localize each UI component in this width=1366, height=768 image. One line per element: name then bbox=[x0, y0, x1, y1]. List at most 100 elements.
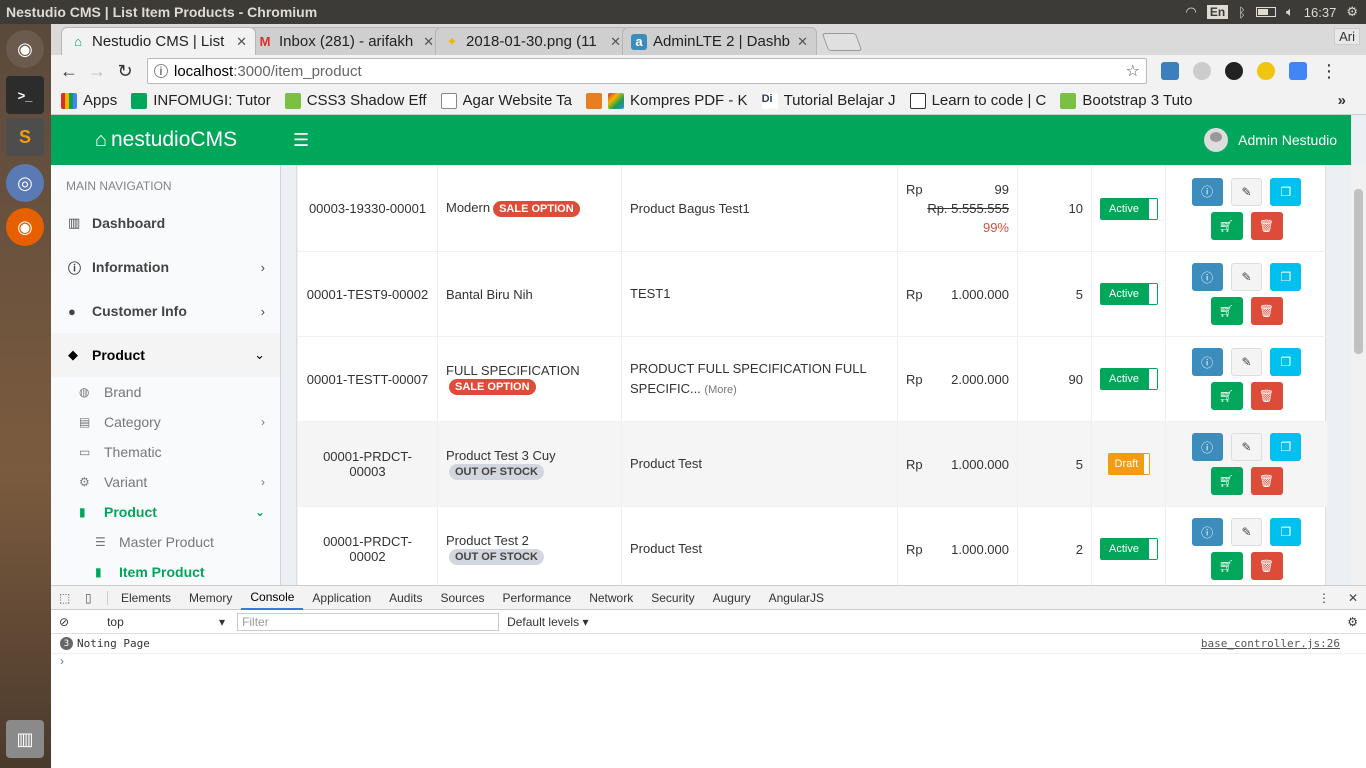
cart-button[interactable]: 🛒︎ bbox=[1210, 211, 1243, 240]
bookmark-item[interactable]: Bootstrap 3 Tuto bbox=[1060, 92, 1192, 109]
devtools-tab-console[interactable]: Console bbox=[241, 586, 304, 610]
more-link[interactable]: (More) bbox=[704, 384, 736, 396]
new-tab-button[interactable] bbox=[821, 33, 863, 51]
scrollbar-thumb[interactable] bbox=[1354, 189, 1363, 354]
sidebar-sub-product[interactable]: ▮ Product ⌄ bbox=[51, 497, 280, 527]
message-source-link[interactable]: base_controller.js:26 bbox=[1201, 637, 1340, 650]
extension-icon[interactable] bbox=[1161, 62, 1179, 80]
chromium-icon[interactable]: ◎ bbox=[6, 164, 44, 202]
edit-button[interactable]: ✎ bbox=[1230, 518, 1263, 546]
browser-tab[interactable]: ⌂ Nestudio CMS | List ✕ bbox=[61, 27, 256, 55]
profile-button[interactable]: Ari bbox=[1334, 28, 1360, 45]
sidebar-item-customer-info[interactable]: ● Customer Info › bbox=[51, 289, 280, 333]
sidebar-toggle-icon[interactable]: ☰ bbox=[293, 130, 309, 151]
bookmark-star-icon[interactable]: ☆ bbox=[1126, 61, 1140, 81]
back-icon[interactable]: ← bbox=[55, 61, 83, 82]
delete-button[interactable]: 🗑︎ bbox=[1250, 467, 1283, 495]
battery-icon[interactable] bbox=[1255, 7, 1276, 17]
ubuntu-dash-icon[interactable]: ◉ bbox=[6, 30, 44, 68]
sidebar-sub-variant[interactable]: ⚙ Variant › bbox=[51, 467, 280, 497]
cart-button[interactable]: 🛒︎ bbox=[1210, 382, 1243, 410]
clear-console-icon[interactable]: ⊘ bbox=[59, 615, 69, 629]
menu-icon[interactable]: ⋮ bbox=[1315, 61, 1343, 82]
sidebar-item-dashboard[interactable]: ▥ Dashboard bbox=[51, 201, 280, 245]
wifi-icon[interactable]: ◠ bbox=[1185, 4, 1196, 20]
info-button[interactable]: ⓘ bbox=[1191, 348, 1223, 376]
context-select[interactable]: top ▾ bbox=[107, 615, 225, 629]
close-icon[interactable]: ✕ bbox=[236, 34, 247, 50]
duplicate-button[interactable]: ❐ bbox=[1270, 177, 1302, 206]
edit-button[interactable]: ✎ bbox=[1230, 348, 1263, 376]
reload-icon[interactable]: ↻ bbox=[111, 61, 139, 82]
page-scrollbar[interactable] bbox=[1351, 165, 1366, 585]
close-icon[interactable]: ✕ bbox=[1348, 591, 1358, 605]
info-button[interactable]: ⓘ bbox=[1191, 433, 1223, 461]
terminal-icon[interactable]: >_ bbox=[6, 76, 44, 114]
close-icon[interactable]: ✕ bbox=[797, 34, 808, 50]
sublime-text-icon[interactable]: S bbox=[6, 118, 44, 156]
sidebar-sub-category[interactable]: ▤ Category › bbox=[51, 407, 280, 437]
inspect-element-icon[interactable]: ⬚ bbox=[59, 591, 77, 605]
delete-button[interactable]: 🗑︎ bbox=[1250, 297, 1283, 325]
console-prompt[interactable]: › bbox=[51, 654, 1366, 668]
keyboard-language[interactable]: En bbox=[1206, 5, 1229, 19]
status-toggle[interactable]: Active bbox=[1100, 538, 1158, 560]
settings-icon[interactable]: ⚙ bbox=[1346, 4, 1358, 20]
address-bar[interactable]: i localhost:3000/item_product ☆ bbox=[147, 58, 1147, 84]
devtools-tab-security[interactable]: Security bbox=[642, 586, 703, 610]
devtools-tab-augury[interactable]: Augury bbox=[704, 586, 760, 610]
edit-button[interactable]: ✎ bbox=[1230, 177, 1263, 206]
cart-button[interactable]: 🛒︎ bbox=[1210, 467, 1243, 495]
devtools-tab-sources[interactable]: Sources bbox=[431, 586, 493, 610]
bookmark-item[interactable]: Learn to code | C bbox=[909, 92, 1046, 109]
clock[interactable]: 16:37 bbox=[1304, 5, 1337, 20]
filter-input[interactable]: Filter bbox=[237, 612, 500, 631]
bookmark-item[interactable]: CSS3 Shadow Eff bbox=[284, 92, 427, 109]
devtools-tab-audits[interactable]: Audits bbox=[380, 586, 431, 610]
info-icon[interactable]: i bbox=[154, 64, 168, 78]
color-picker-extension-icon[interactable] bbox=[1225, 62, 1243, 80]
browser-tab[interactable]: ✦ 2018-01-30.png (11 ✕ bbox=[435, 27, 630, 55]
sidebar-subsub-item-product[interactable]: ▮ Item Product bbox=[51, 557, 280, 585]
close-icon[interactable]: ✕ bbox=[423, 34, 434, 50]
trash-icon[interactable]: ▥ bbox=[6, 720, 44, 758]
angular-extension-icon[interactable] bbox=[1193, 62, 1211, 80]
delete-button[interactable]: 🗑︎ bbox=[1250, 211, 1283, 240]
volume-icon[interactable]: 🔈︎ bbox=[1286, 4, 1294, 20]
browser-tab[interactable]: a AdminLTE 2 | Dashb ✕ bbox=[622, 27, 817, 55]
log-levels-select[interactable]: Default levels ▾ bbox=[507, 615, 588, 629]
duplicate-button[interactable]: ❐ bbox=[1270, 263, 1302, 291]
duplicate-button[interactable]: ❐ bbox=[1270, 433, 1302, 461]
devtools-tab-memory[interactable]: Memory bbox=[180, 586, 241, 610]
more-options-icon[interactable]: ⋮ bbox=[1318, 591, 1330, 605]
sidebar-subsub-master-product[interactable]: ☰ Master Product bbox=[51, 527, 280, 557]
devtools-tab-application[interactable]: Application bbox=[303, 586, 380, 610]
gear-icon[interactable]: ⚙ bbox=[1347, 615, 1358, 629]
status-toggle[interactable]: Draft bbox=[1107, 453, 1150, 475]
status-toggle[interactable]: Active bbox=[1100, 283, 1158, 305]
bookmark-item[interactable]: Di Tutorial Belajar J bbox=[761, 92, 896, 109]
devtools-tab-angularjs[interactable]: AngularJS bbox=[760, 586, 833, 610]
device-toolbar-icon[interactable]: ▯ bbox=[85, 591, 103, 605]
status-toggle[interactable]: Active bbox=[1100, 197, 1158, 220]
delete-button[interactable]: 🗑︎ bbox=[1250, 552, 1283, 580]
cart-button[interactable]: 🛒︎ bbox=[1210, 297, 1243, 325]
bookmark-item[interactable]: Kompres PDF - K bbox=[586, 92, 748, 109]
user-menu[interactable]: Admin Nestudio bbox=[1204, 128, 1337, 152]
augury-extension-icon[interactable] bbox=[1257, 62, 1275, 80]
duplicate-button[interactable]: ❐ bbox=[1270, 348, 1302, 376]
close-icon[interactable]: ✕ bbox=[610, 34, 621, 50]
logo[interactable]: ⌂ nestudio CMS bbox=[51, 115, 281, 165]
browser-tab[interactable]: M Inbox (281) - arifakh ✕ bbox=[248, 27, 443, 55]
devtools-tab-performance[interactable]: Performance bbox=[494, 586, 581, 610]
sidebar-sub-brand[interactable]: ◍ Brand bbox=[51, 377, 280, 407]
sidebar-sub-thematic[interactable]: ▭ Thematic bbox=[51, 437, 280, 467]
info-button[interactable]: ⓘ bbox=[1191, 518, 1223, 546]
sidebar-item-information[interactable]: ⓘ Information › bbox=[51, 245, 280, 289]
status-toggle[interactable]: Active bbox=[1100, 368, 1158, 390]
edit-button[interactable]: ✎ bbox=[1230, 433, 1263, 461]
translate-extension-icon[interactable] bbox=[1289, 62, 1307, 80]
forward-icon[interactable]: → bbox=[83, 61, 111, 82]
sidebar-item-product[interactable]: ◆ Product ⌄ bbox=[51, 333, 280, 377]
more-bookmarks-icon[interactable]: » bbox=[1338, 92, 1346, 109]
